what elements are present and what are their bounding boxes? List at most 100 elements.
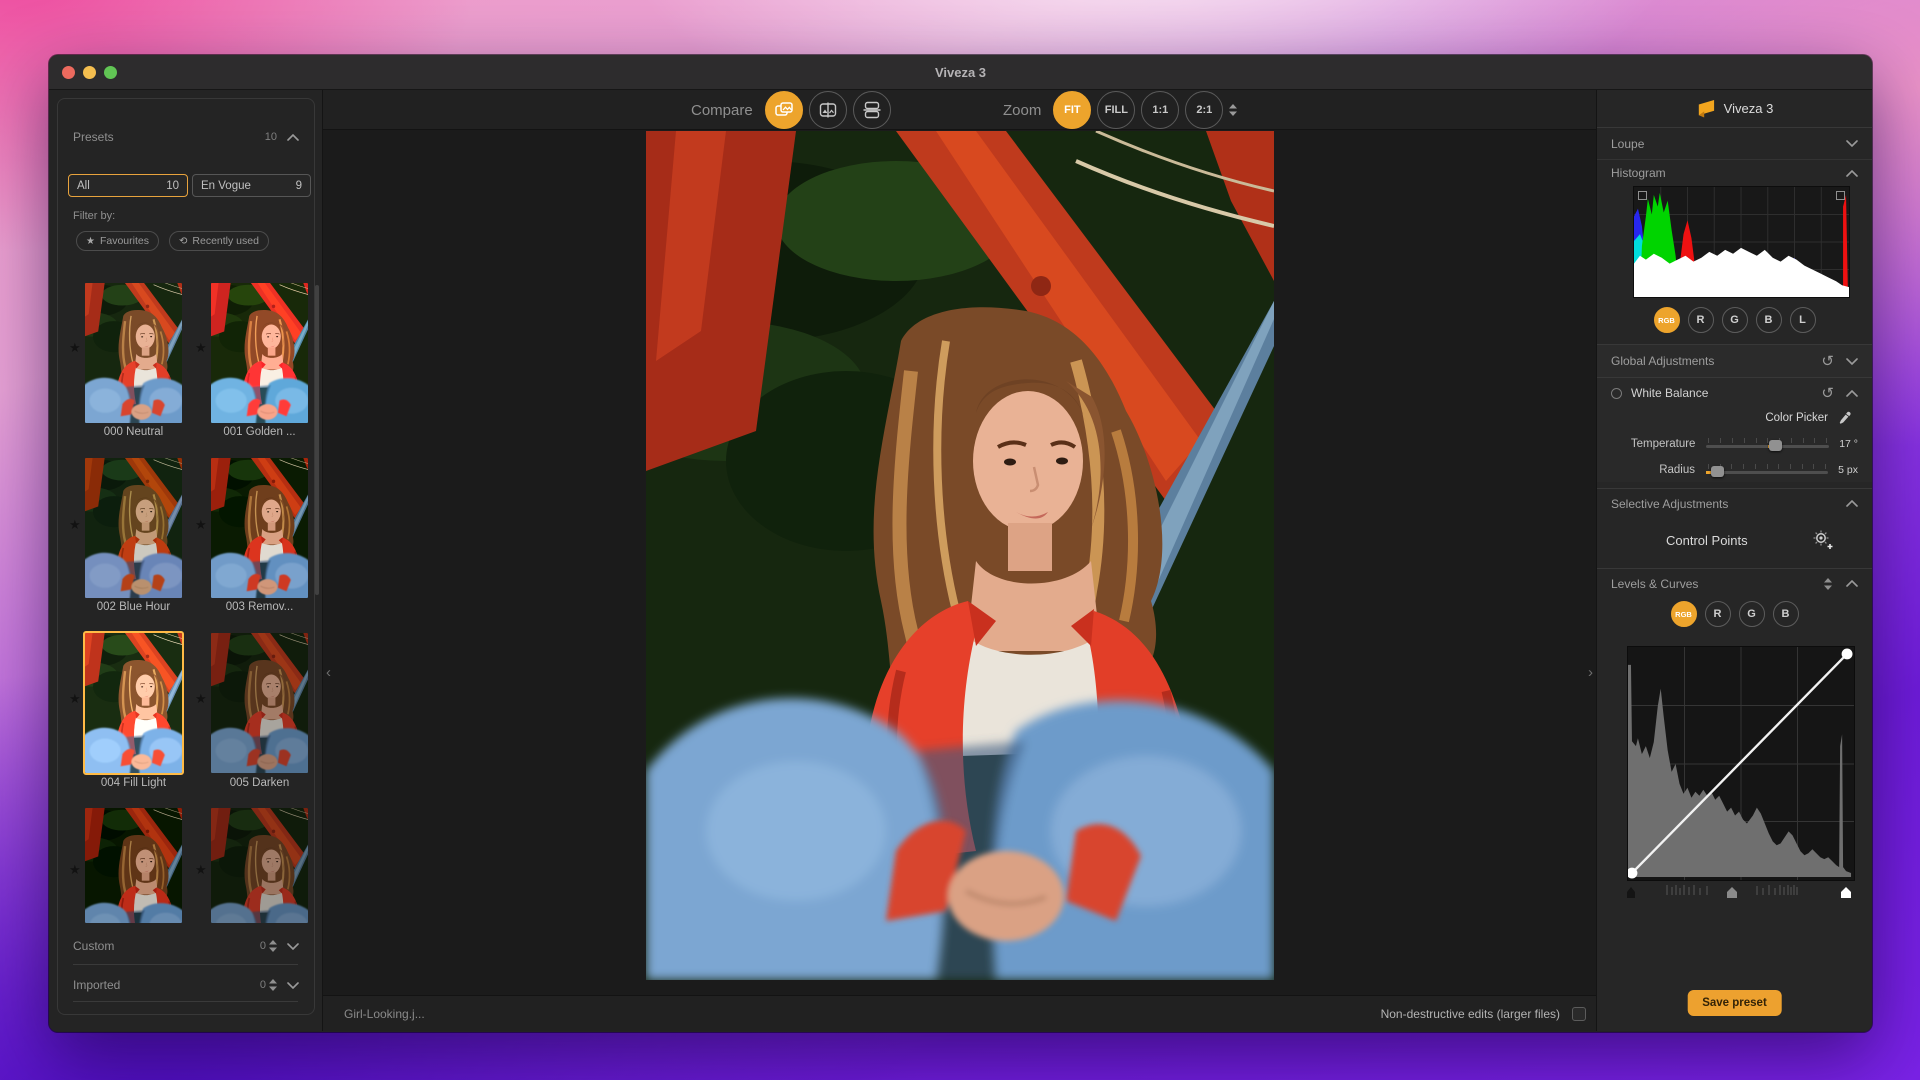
- curves-channel-r-button[interactable]: R: [1704, 601, 1731, 627]
- levels-curves-label: Levels & Curves: [1611, 576, 1699, 591]
- zoom-fill-button[interactable]: FILL: [1097, 91, 1136, 129]
- loupe-section-header[interactable]: Loupe: [1597, 128, 1872, 160]
- count-stepper-icon[interactable]: [269, 940, 277, 952]
- filter-favourites-button[interactable]: ★ Favourites: [76, 231, 159, 251]
- highlight-clipping-toggle[interactable]: [1836, 191, 1845, 200]
- preset-thumb-007[interactable]: [211, 808, 308, 923]
- collapse-right-panel-handle[interactable]: ›: [1588, 665, 1593, 680]
- levels-markers: [1627, 883, 1855, 901]
- chevron-up-icon[interactable]: [1846, 580, 1858, 587]
- curves-channel-rgb-button[interactable]: RGB: [1670, 601, 1697, 627]
- zoom-label: Zoom: [1003, 101, 1042, 119]
- custom-section-header[interactable]: Custom 0: [57, 935, 315, 957]
- levels-curves-header[interactable]: Levels & Curves: [1597, 568, 1872, 598]
- reset-icon[interactable]: ↺: [1821, 384, 1834, 402]
- chevron-up-icon[interactable]: [1846, 389, 1858, 397]
- preset-label: 000 Neutral: [103, 426, 164, 438]
- chevron-down-icon[interactable]: [287, 942, 299, 950]
- preset-thumb-003-remove[interactable]: [211, 458, 308, 598]
- histogram-display: [1633, 186, 1850, 298]
- preset-thumb-002-blue-hour[interactable]: [85, 458, 182, 598]
- zoom-2-1-label: 2:1: [1196, 104, 1213, 116]
- presets-scrollbar[interactable]: [315, 285, 319, 595]
- favourite-star-icon[interactable]: ★: [195, 340, 207, 356]
- eyedropper-icon[interactable]: [1837, 411, 1852, 426]
- white-point-handle[interactable]: [1841, 887, 1851, 898]
- zoom-1-1-button[interactable]: 1:1: [1141, 91, 1180, 129]
- count-stepper-icon[interactable]: [269, 979, 277, 991]
- control-points-label: Control Points: [1666, 532, 1748, 548]
- favourite-star-icon[interactable]: ★: [69, 340, 81, 356]
- favourite-star-icon[interactable]: ★: [69, 691, 81, 707]
- reorder-stepper-icon[interactable]: [1824, 577, 1832, 590]
- chevron-down-icon[interactable]: [287, 981, 299, 989]
- collapse-left-panel-handle[interactable]: ‹: [326, 665, 331, 680]
- compare-single-view-button[interactable]: [764, 91, 803, 129]
- tab-en-vogue[interactable]: En Vogue 9: [192, 174, 311, 197]
- photo-canvas[interactable]: [646, 131, 1274, 980]
- nondestructive-checkbox[interactable]: [1572, 1006, 1586, 1021]
- curves-channel-b-button[interactable]: B: [1772, 601, 1799, 627]
- temperature-row: Temperature 17 °: [1597, 432, 1872, 456]
- preset-thumb-005-darken[interactable]: [211, 633, 308, 773]
- radius-slider-thumb[interactable]: [1711, 466, 1724, 477]
- shadow-clipping-toggle[interactable]: [1638, 191, 1647, 200]
- reset-icon[interactable]: ↺: [1821, 352, 1834, 370]
- temperature-slider-thumb[interactable]: [1769, 440, 1783, 451]
- radius-slider[interactable]: [1706, 463, 1829, 477]
- save-preset-button[interactable]: Save preset: [1687, 990, 1782, 1016]
- favourite-star-icon[interactable]: ★: [195, 517, 207, 533]
- channel-rgb-button[interactable]: RGB: [1653, 307, 1680, 333]
- presets-header[interactable]: Presets 10: [57, 126, 315, 148]
- add-control-point-icon[interactable]: [1810, 528, 1834, 552]
- temperature-slider[interactable]: [1706, 437, 1830, 451]
- gamma-handle[interactable]: [1727, 887, 1737, 898]
- white-balance-header[interactable]: White Balance ↺: [1597, 380, 1872, 406]
- chevron-down-icon[interactable]: [1846, 357, 1858, 365]
- white-balance-label: White Balance: [1631, 386, 1709, 400]
- split-vertical-icon: [819, 102, 836, 118]
- chevron-up-icon[interactable]: [287, 133, 299, 141]
- favourite-star-icon[interactable]: ★: [69, 862, 81, 878]
- zoom-stepper-icon[interactable]: [1229, 104, 1238, 116]
- global-adjustments-header[interactable]: Global Adjustments ↺: [1597, 344, 1872, 378]
- preset-thumb-001-golden[interactable]: [211, 283, 308, 423]
- tab-en-vogue-count: 9: [295, 179, 302, 192]
- channel-l-button[interactable]: L: [1789, 307, 1816, 333]
- channel-r-button[interactable]: R: [1687, 307, 1714, 333]
- preset-thumb-006[interactable]: [85, 808, 182, 923]
- preset-thumb-004-fill-light-selected[interactable]: [83, 631, 184, 775]
- imported-section-header[interactable]: Imported 0: [57, 974, 315, 996]
- curves-channel-g-button[interactable]: G: [1738, 601, 1765, 627]
- compare-split-vertical-button[interactable]: [808, 91, 847, 129]
- favourite-star-icon[interactable]: ★: [195, 862, 207, 878]
- zoom-fit-button[interactable]: FIT: [1053, 91, 1092, 129]
- black-point-handle[interactable]: [1627, 887, 1635, 898]
- tab-all-presets[interactable]: All 10: [68, 174, 188, 197]
- channel-g-button[interactable]: G: [1721, 307, 1748, 333]
- color-picker-label: Color Picker: [1765, 412, 1828, 424]
- temperature-value: 17 °: [1839, 438, 1858, 450]
- tone-curve-editor[interactable]: [1627, 646, 1855, 881]
- selective-adjustments-label: Selective Adjustments: [1611, 496, 1729, 511]
- filter-recently-used-button[interactable]: ⟲ Recently used: [169, 231, 269, 251]
- histogram-section-header[interactable]: Histogram: [1597, 160, 1872, 186]
- split-horizontal-icon: [863, 101, 881, 119]
- channel-b-button[interactable]: B: [1755, 307, 1782, 333]
- selective-adjustments-header[interactable]: Selective Adjustments: [1597, 488, 1872, 518]
- white-balance-enable-checkbox[interactable]: [1611, 387, 1622, 399]
- chevron-up-icon[interactable]: [1846, 169, 1858, 177]
- radius-value: 5 px: [1838, 464, 1858, 476]
- preset-thumb-000-neutral[interactable]: [85, 283, 182, 423]
- favourite-star-icon[interactable]: ★: [69, 517, 81, 533]
- chevron-down-icon[interactable]: [1846, 140, 1858, 147]
- tone-curve-graphic: [1628, 647, 1854, 880]
- chevron-up-icon[interactable]: [1846, 500, 1858, 507]
- close-window-button[interactable]: [62, 65, 75, 79]
- minimize-window-button[interactable]: [83, 65, 96, 79]
- zoom-window-button[interactable]: [104, 65, 117, 79]
- zoom-2-1-button[interactable]: 2:1: [1185, 91, 1224, 129]
- divider: [73, 1001, 298, 1002]
- compare-split-horizontal-button[interactable]: [852, 91, 891, 129]
- favourite-star-icon[interactable]: ★: [195, 691, 207, 707]
